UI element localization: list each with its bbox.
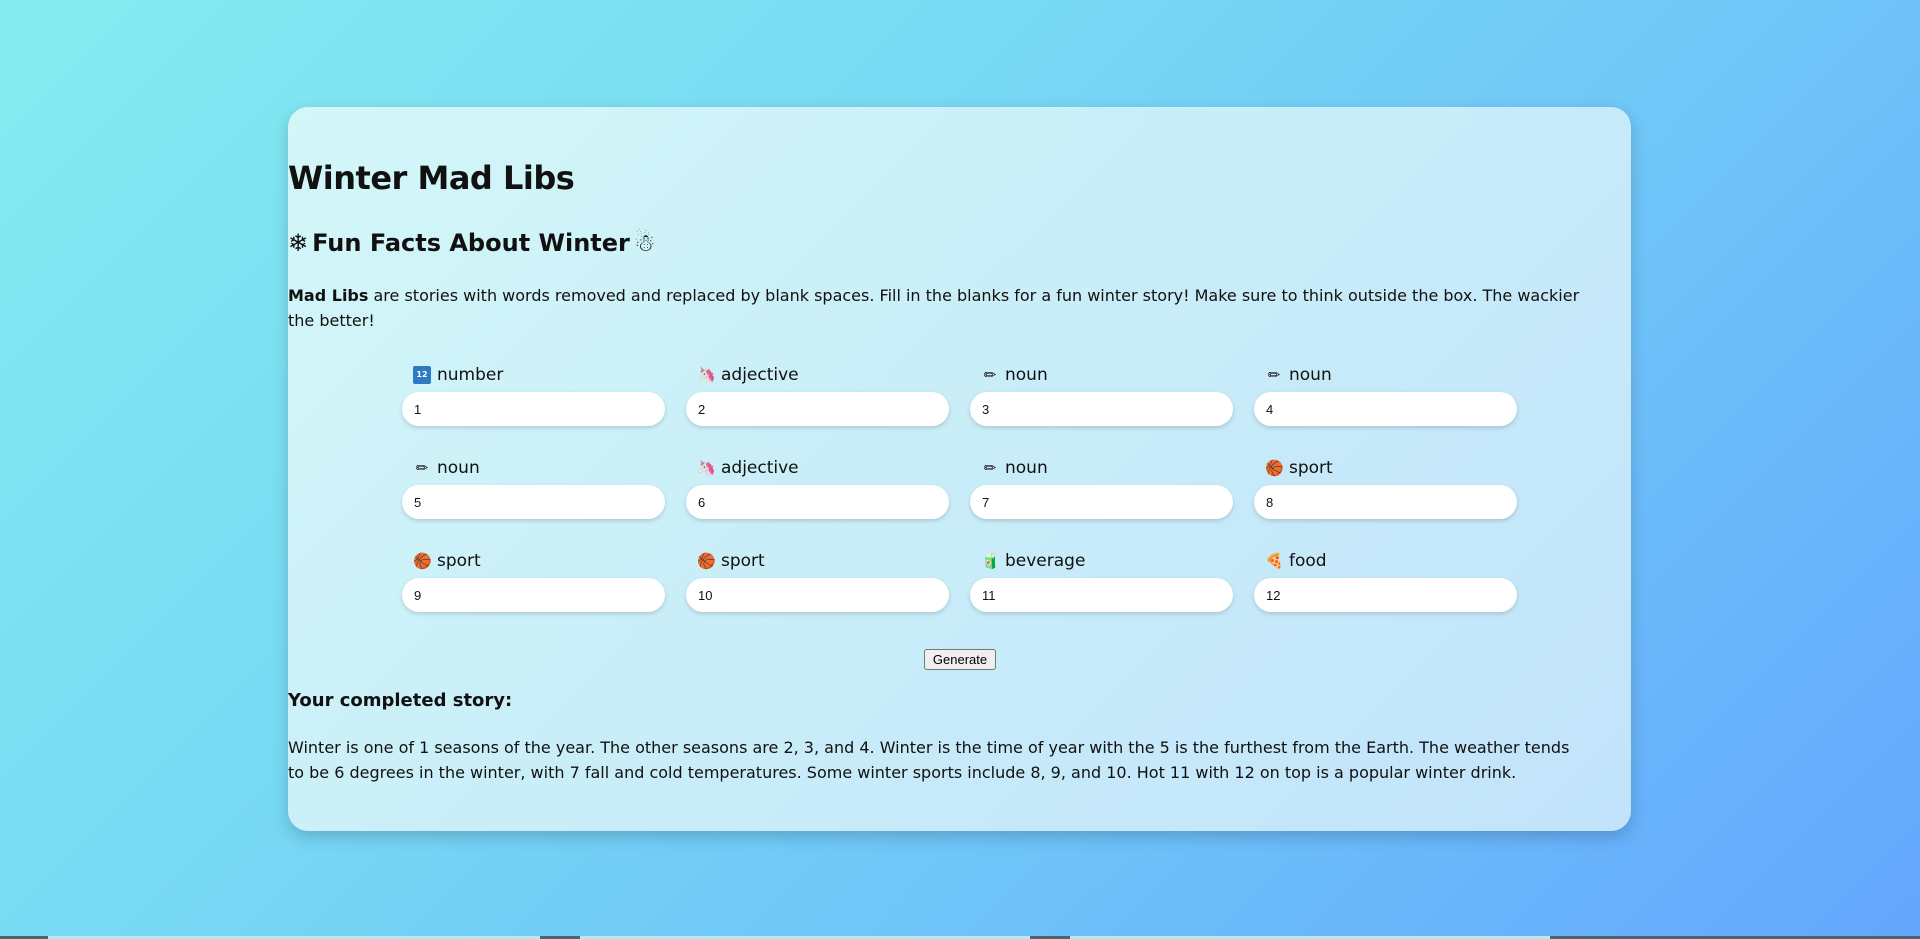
generate-button[interactable]: Generate bbox=[924, 649, 996, 670]
noun-input[interactable] bbox=[402, 485, 665, 519]
field-2: 🦄 adjective bbox=[686, 363, 949, 426]
field-9-label: 🏀 sport bbox=[402, 549, 665, 573]
field-1: 12 number bbox=[402, 363, 665, 426]
pencil-icon: ✏ bbox=[1267, 366, 1281, 384]
noun-input[interactable] bbox=[1254, 392, 1517, 426]
noun-input[interactable] bbox=[970, 485, 1233, 519]
field-1-label: 12 number bbox=[402, 363, 665, 387]
pencil-icon: ✏ bbox=[415, 459, 429, 477]
field-4-label: ✏ noun bbox=[1254, 363, 1517, 387]
field-4: ✏ noun bbox=[1254, 363, 1517, 426]
field-5-label: ✏ noun bbox=[402, 456, 665, 480]
field-8-label: 🏀 sport bbox=[1254, 456, 1517, 480]
field-10: 🏀 sport bbox=[686, 549, 949, 612]
snowman-icon: ☃ bbox=[633, 229, 656, 257]
field-label-text: beverage bbox=[1005, 551, 1086, 571]
field-label-text: sport bbox=[721, 551, 765, 571]
field-5: ✏ noun bbox=[402, 456, 665, 519]
field-7: ✏ noun bbox=[970, 456, 1233, 519]
field-11-label: 🧃 beverage bbox=[970, 549, 1233, 573]
pizza-icon: 🍕 bbox=[1265, 552, 1284, 570]
pencil-icon: ✏ bbox=[983, 459, 997, 477]
field-11: 🧃 beverage bbox=[970, 549, 1233, 612]
field-label-text: food bbox=[1289, 551, 1327, 571]
section-heading-text: Fun Facts About Winter bbox=[312, 229, 630, 257]
unicorn-icon: 🦄 bbox=[697, 366, 716, 384]
pencil-icon: ✏ bbox=[983, 366, 997, 384]
field-label-text: number bbox=[437, 365, 504, 385]
field-label-text: sport bbox=[437, 551, 481, 571]
sport-input[interactable] bbox=[402, 578, 665, 612]
sport-input[interactable] bbox=[686, 578, 949, 612]
sport-input[interactable] bbox=[1254, 485, 1517, 519]
snowflake-icon: ❄ bbox=[288, 229, 309, 257]
intro-bold: Mad Libs bbox=[288, 286, 369, 305]
field-9: 🏀 sport bbox=[402, 549, 665, 612]
beverage-box-icon: 🧃 bbox=[981, 552, 1000, 570]
field-3-label: ✏ noun bbox=[970, 363, 1233, 387]
field-label-text: adjective bbox=[721, 458, 799, 478]
unicorn-icon: 🦄 bbox=[697, 459, 716, 477]
adjective-input[interactable] bbox=[686, 392, 949, 426]
basketball-icon: 🏀 bbox=[413, 552, 432, 570]
field-label-text: noun bbox=[1005, 458, 1048, 478]
field-6: 🦄 adjective bbox=[686, 456, 949, 519]
number-keycap-icon: 12 bbox=[413, 366, 431, 384]
number-input[interactable] bbox=[402, 392, 665, 426]
field-8: 🏀 sport bbox=[1254, 456, 1517, 519]
field-12-label: 🍕 food bbox=[1254, 549, 1517, 573]
basketball-icon: 🏀 bbox=[1265, 459, 1284, 477]
story-heading: Your completed story: bbox=[288, 690, 513, 711]
field-2-label: 🦄 adjective bbox=[686, 363, 949, 387]
mad-libs-card: Winter Mad Libs ❄ Fun Facts About Winter… bbox=[288, 107, 1631, 831]
field-label-text: adjective bbox=[721, 365, 799, 385]
food-input[interactable] bbox=[1254, 578, 1517, 612]
field-6-label: 🦄 adjective bbox=[686, 456, 949, 480]
field-12: 🍕 food bbox=[1254, 549, 1517, 612]
page-title: Winter Mad Libs bbox=[288, 159, 575, 197]
field-label-text: noun bbox=[1289, 365, 1332, 385]
intro-text: Mad Libs are stories with words removed … bbox=[288, 283, 1588, 333]
noun-input[interactable] bbox=[970, 392, 1233, 426]
section-heading: ❄ Fun Facts About Winter ☃ bbox=[288, 229, 655, 257]
intro-rest: are stories with words removed and repla… bbox=[288, 286, 1580, 330]
adjective-input[interactable] bbox=[686, 485, 949, 519]
field-10-label: 🏀 sport bbox=[686, 549, 949, 573]
beverage-input[interactable] bbox=[970, 578, 1233, 612]
word-fields-grid: 12 number 🦄 adjective ✏ noun ✏ noun ✏ noun 🦄 a… bbox=[402, 363, 1518, 612]
field-label-text: noun bbox=[1005, 365, 1048, 385]
field-7-label: ✏ noun bbox=[970, 456, 1233, 480]
basketball-icon: 🏀 bbox=[697, 552, 716, 570]
completed-story-text: Winter is one of 1 seasons of the year. … bbox=[288, 738, 1570, 782]
field-label-text: noun bbox=[437, 458, 480, 478]
field-label-text: sport bbox=[1289, 458, 1333, 478]
field-3: ✏ noun bbox=[970, 363, 1233, 426]
